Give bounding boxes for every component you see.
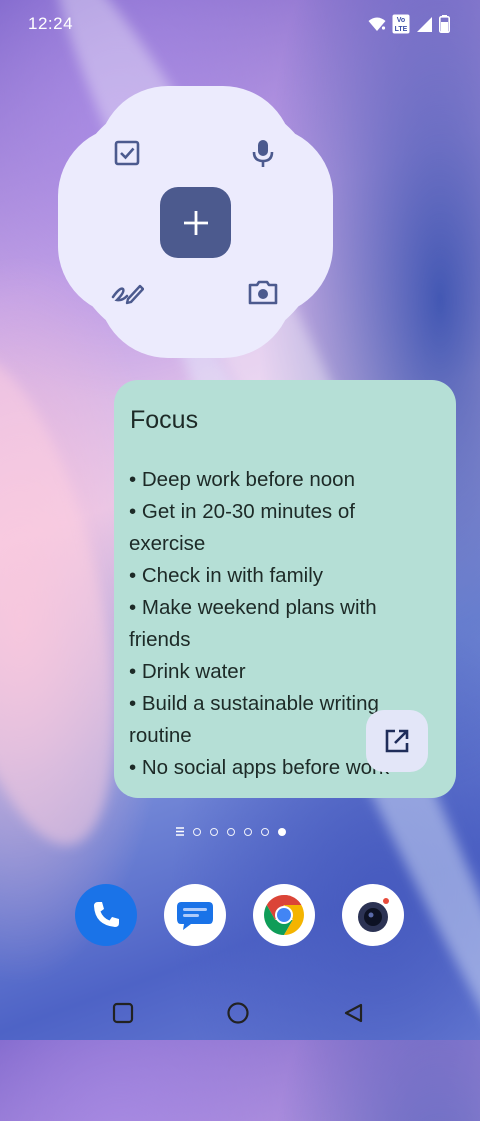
note-title: Focus <box>130 406 199 434</box>
battery-icon <box>439 15 450 33</box>
camera-app[interactable] <box>342 884 404 946</box>
wifi-icon <box>368 17 386 31</box>
focus-note-card[interactable]: Focus • Deep work before noon • Get in 2… <box>114 380 456 798</box>
page-dot[interactable] <box>261 827 269 836</box>
volte-label-bottom: LTE <box>395 26 408 33</box>
volte-label-top: Vo <box>397 17 405 24</box>
note-item: • Get in 20-30 minutes of exercise <box>129 500 355 555</box>
volte-icon: Vo LTE <box>392 14 410 34</box>
add-note-button[interactable] <box>160 187 231 258</box>
camera-icon <box>248 280 278 305</box>
plus-icon <box>183 210 208 235</box>
messages-icon <box>177 902 213 930</box>
page-dot-active[interactable] <box>278 827 286 836</box>
signal-icon <box>417 16 432 32</box>
camera-note-button[interactable] <box>241 270 285 314</box>
chrome-icon <box>264 895 304 935</box>
note-item: • Drink water <box>129 660 246 683</box>
checklist-icon <box>114 140 140 166</box>
back-button[interactable] <box>340 1000 366 1026</box>
voice-note-button[interactable] <box>241 131 285 175</box>
page-dot[interactable] <box>210 827 218 836</box>
note-item: • Check in with family <box>129 564 324 587</box>
page-dot[interactable] <box>244 827 252 836</box>
camera-lens-icon <box>358 898 389 932</box>
page-dot[interactable] <box>193 827 201 836</box>
open-note-button[interactable] <box>366 710 428 772</box>
note-item: • Make weekend plans with friends <box>129 596 377 651</box>
home-button[interactable] <box>225 1000 251 1026</box>
checklist-button[interactable] <box>105 131 149 175</box>
note-item: • Deep work before noon <box>129 468 355 491</box>
phone-app[interactable] <box>75 884 137 946</box>
handwriting-icon <box>111 284 144 305</box>
status-time: 12:24 <box>28 14 74 33</box>
back-icon <box>344 1003 363 1023</box>
handwriting-button[interactable] <box>105 270 149 314</box>
status-bar: 12:24 Vo LTE <box>0 0 480 46</box>
messages-app[interactable] <box>164 884 226 946</box>
status-icons: Vo LTE <box>368 14 450 34</box>
page-dot[interactable] <box>227 827 235 836</box>
recents-icon <box>112 1002 134 1024</box>
open-external-icon <box>385 729 409 753</box>
home-icon <box>227 1002 249 1024</box>
phone-icon <box>94 902 119 927</box>
recents-button[interactable] <box>110 1000 136 1026</box>
chrome-app[interactable] <box>253 884 315 946</box>
feed-lines-icon <box>176 827 184 836</box>
page-indicator[interactable] <box>176 827 286 836</box>
quick-note-widget <box>58 86 333 358</box>
microphone-icon <box>252 140 274 167</box>
